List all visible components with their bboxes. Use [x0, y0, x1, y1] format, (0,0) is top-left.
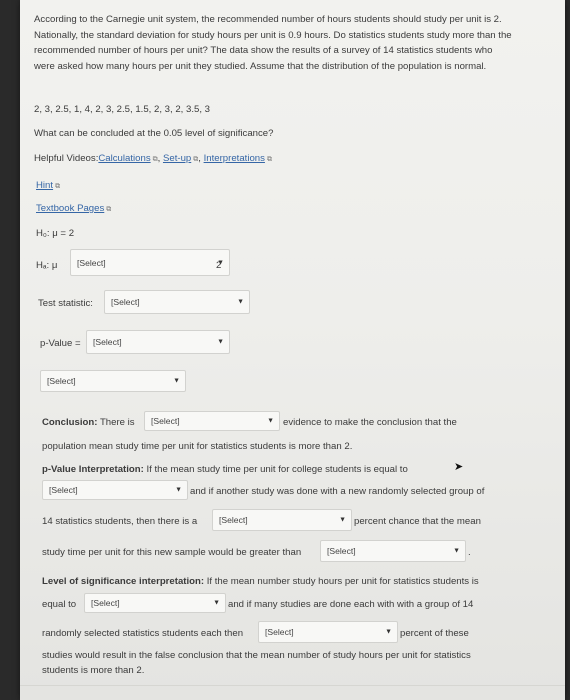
external-link-icon: ⧉ [106, 206, 112, 213]
external-link-icon: ⧉ [266, 156, 272, 163]
dropdown-arrow-icon: ▼ [213, 599, 220, 607]
question-paragraph: According to the Carnegie unit system, t… [34, 14, 512, 72]
external-link-icon: ⧉ [55, 183, 61, 190]
setup-link[interactable]: Set-up [163, 153, 191, 164]
pvalue-interp-text1: If the mean study time per unit for coll… [146, 464, 408, 475]
ha-value: 2 [216, 260, 222, 271]
pvalue-interp-text6: . [468, 547, 471, 558]
los-interp-text2: equal to [42, 599, 77, 610]
dropdown-arrow-icon: ▼ [267, 417, 274, 425]
helpful-videos: Helpful Videos:Calculations ⧉, Set-up ⧉, I… [34, 153, 272, 164]
dropdown-arrow-icon: ▼ [173, 377, 180, 385]
conclusion-pre: There is [99, 417, 135, 428]
select-value: [Select] [47, 376, 76, 386]
conclusion-post: evidence to make the conclusion that the [283, 417, 457, 428]
conclusion-select[interactable]: [Select] ▼ [144, 411, 280, 431]
dropdown-arrow-icon: ▼ [217, 338, 224, 346]
null-hypothesis: H₀: μ = 2 [36, 228, 75, 239]
textbook-row: Textbook Pages ⧉ [36, 201, 111, 218]
select-value: [Select] [91, 598, 120, 608]
select-value: [Select] [151, 416, 180, 426]
mouse-cursor-icon: ➤ [454, 461, 464, 473]
los-interp-select-1[interactable]: [Select] ▼ [84, 593, 226, 613]
helpful-videos-label: Helpful Videos: [34, 153, 99, 164]
select-value: [Select] [77, 257, 106, 268]
select-value: [Select] [49, 485, 78, 495]
los-interp-text4: randomly selected statistics students ea… [42, 628, 244, 639]
decision-select[interactable]: [Select] ▼ [40, 370, 186, 392]
conclusion-text: Conclusion: There is [42, 415, 135, 431]
dropdown-arrow-icon: ▼ [175, 486, 182, 494]
select-value: [Select] [327, 546, 356, 556]
pvalue-interp-text5: study time per unit for this new sample … [42, 547, 302, 558]
dropdown-arrow-icon: ▼ [453, 547, 460, 555]
dropdown-arrow-icon: ▼ [339, 516, 346, 524]
los-interp-select-2[interactable]: [Select] ▼ [258, 621, 398, 643]
test-statistic-select[interactable]: [Select] ▼ [104, 290, 250, 314]
test-statistic-label: Test statistic: [38, 298, 93, 309]
p-value-select[interactable]: [Select] ▼ [86, 330, 230, 354]
select-value: [Select] [111, 297, 140, 307]
los-interp-text1: If the mean number study hours per unit … [206, 576, 479, 587]
los-interp-line1: Level of significance interpretation: If… [42, 574, 479, 590]
los-interp-text7: students is more than 2. [42, 665, 145, 676]
bottom-divider [20, 685, 565, 686]
alt-hypothesis-label: Hₐ: μ [36, 260, 58, 271]
pvalue-interp-select-2[interactable]: [Select] ▼ [212, 509, 352, 531]
hint-row: Hint ⧉ [36, 178, 60, 195]
los-interp-text6: studies would result in the false conclu… [42, 650, 471, 661]
question-panel: According to the Carnegie unit system, t… [20, 0, 565, 700]
question-prompt: What can be concluded at the 0.05 level … [34, 128, 274, 139]
p-value-label: p-Value = [40, 338, 81, 349]
pvalue-interp-text3: 14 statistics students, then there is a [42, 516, 198, 527]
pvalue-interp-select-1[interactable]: [Select] ▼ [42, 480, 188, 500]
conclusion-label: Conclusion: [42, 417, 98, 428]
select-value: [Select] [265, 627, 294, 637]
conclusion-line2: population mean study time per unit for … [42, 441, 353, 452]
pvalue-interp-line1: p-Value Interpretation: If the mean stud… [42, 462, 408, 478]
hint-link[interactable]: Hint [36, 180, 53, 191]
select-value: [Select] [93, 337, 122, 347]
los-interp-text5: percent of these [400, 628, 469, 639]
ha-operator-select[interactable]: [Select] ▼ [70, 249, 230, 276]
select-value: [Select] [219, 515, 248, 525]
interpretations-link[interactable]: Interpretations [204, 153, 265, 164]
pvalue-interp-text2: and if another study was done with a new… [190, 486, 485, 497]
dropdown-arrow-icon: ▼ [237, 298, 244, 306]
pvalue-interp-text4: percent chance that the mean [354, 516, 481, 527]
los-interp-label: Level of significance interpretation: [42, 576, 205, 587]
pvalue-interp-label: p-Value Interpretation: [42, 464, 144, 475]
data-values: 2, 3, 2.5, 1, 4, 2, 3, 2.5, 1.5, 2, 3, 2… [34, 104, 211, 115]
textbook-pages-link[interactable]: Textbook Pages [36, 203, 104, 214]
pvalue-interp-select-3[interactable]: [Select] ▼ [320, 540, 466, 562]
dropdown-arrow-icon: ▼ [385, 628, 392, 636]
los-interp-text3: and if many studies are done each with w… [228, 599, 474, 610]
calculations-link[interactable]: Calculations [98, 153, 150, 164]
